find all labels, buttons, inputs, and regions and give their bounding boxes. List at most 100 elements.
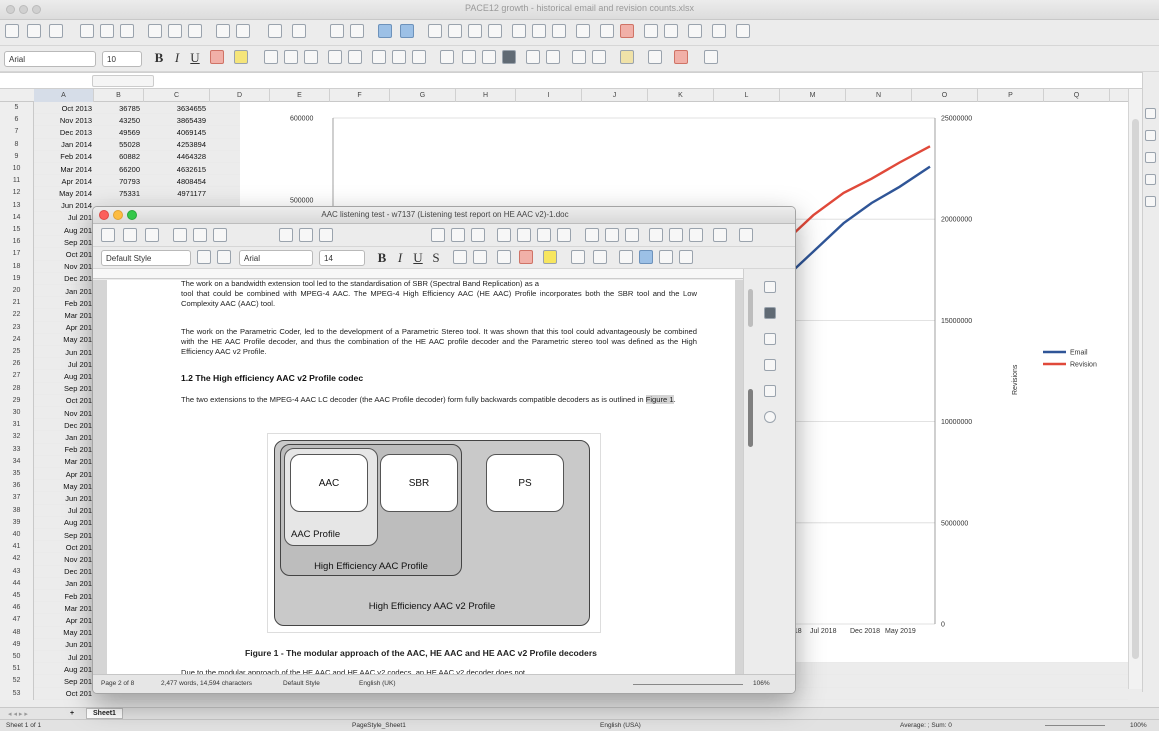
subscript-icon[interactable] [473,250,487,264]
writer-new-icon[interactable] [101,228,115,242]
writer-export-pdf-icon[interactable] [173,228,187,242]
writer-font-name-box[interactable]: Arial [239,250,313,266]
formatting-marks-icon[interactable] [471,228,485,242]
writer-highlight-icon[interactable] [543,250,557,264]
writer-print-icon[interactable] [193,228,207,242]
superscript-icon[interactable] [453,250,467,264]
right-axis-tick-label: 10000000 [941,419,972,426]
writer-font-size-box[interactable]: 14 [319,250,365,266]
writer-align-center-icon[interactable] [639,250,653,264]
writer-formatting-toolbar: Default Style Arial 14 B I U S [93,247,795,269]
writer-textbox-icon[interactable] [557,228,571,242]
section-heading: 1.2 The High efficiency AAC v2 Profile c… [181,373,364,383]
writer-draw-icon[interactable] [739,228,753,242]
hev2-profile-label: High Efficiency AAC v2 Profile [368,601,496,612]
scroll-thumb[interactable] [1132,119,1139,659]
right-axis-tick-label: 15000000 [941,318,972,325]
writer-special-char-icon[interactable] [625,228,639,242]
writer-scroll-thumb[interactable] [748,389,753,447]
writer-window-title: AAC listening test - w7137 (Listening te… [321,210,569,219]
right-axis-tick-label: 0 [941,622,945,629]
track-changes-icon[interactable] [713,228,727,242]
ps-block: PS [486,454,564,512]
functions-icon[interactable] [1145,196,1156,207]
status-sheet: Sheet 1 of 1 [6,722,42,729]
document-page[interactable]: The work on a bandwidth extension tool l… [107,280,735,680]
writer-styles-icon[interactable] [764,333,776,345]
writer-underline-icon[interactable]: U [409,249,427,267]
status-page-style: PageStyle_Sheet1 [352,722,406,729]
right-axis-title: Revisions [1012,364,1019,395]
horizontal-ruler[interactable] [93,269,743,279]
writer-open-icon[interactable] [123,228,137,242]
bullets-icon[interactable] [571,250,585,264]
numbering-icon[interactable] [593,250,607,264]
new-style-icon[interactable] [217,250,231,264]
strikethrough-icon[interactable]: S [427,249,445,267]
calc-status-bar: Sheet 1 of 1 PageStyle_Sheet1 English (U… [0,719,1159,731]
styles-icon[interactable] [1145,130,1156,141]
writer-properties-icon[interactable] [764,281,776,293]
writer-hyperlink-icon[interactable] [649,228,663,242]
status-summary: Average: ; Sum: 0 [900,722,952,729]
codec-diagram[interactable]: High Efficiency AAC v2 Profile High Effi… [267,433,601,633]
writer-clear-format-icon[interactable] [497,250,511,264]
paragraph-style-box[interactable]: Default Style [101,250,191,266]
status-language: English (USA) [600,722,641,729]
writer-manage-changes-icon[interactable] [764,411,776,423]
x-axis-tick-label: Dec 2018 [850,628,880,635]
writer-chart-icon[interactable] [537,228,551,242]
figure-caption: Figure 1 - The modular approach of the A… [245,648,597,658]
zoom-slider[interactable] [1045,725,1105,726]
properties-icon[interactable] [1145,108,1156,119]
paragraph-1: tool that could be combined with MPEG-4 … [181,289,697,308]
writer-comment-icon[interactable] [689,228,703,242]
writer-align-left-icon[interactable] [619,250,633,264]
writer-font-color-icon[interactable] [519,250,533,264]
writer-footnote-icon[interactable] [669,228,683,242]
writer-page-icon[interactable] [764,307,776,319]
aac-block: AAC [290,454,368,512]
writer-scroll-thumb-upper[interactable] [748,289,753,327]
writer-print-preview-icon[interactable] [213,228,227,242]
writer-status-page: Page 2 of 8 [101,680,135,687]
writer-clone-icon[interactable] [319,228,333,242]
writer-bold-icon[interactable]: B [373,249,391,267]
writer-table-icon[interactable] [497,228,511,242]
vertical-scrollbar[interactable] [1128,89,1142,689]
writer-image-icon[interactable] [517,228,531,242]
writer-window: AAC listening test - w7137 (Listening te… [92,206,796,694]
writer-field-icon[interactable] [605,228,619,242]
paragraph-3: The two extensions to the MPEG-4 AAC LC … [181,395,676,404]
right-axis-tick-label: 20000000 [941,217,972,224]
paragraph-2: The work on the Parametric Coder, led to… [181,327,697,356]
writer-status-words: 2,477 words, 14,594 characters [161,680,253,687]
legend-label-email: Email [1070,350,1088,357]
writer-copy-icon[interactable] [279,228,293,242]
status-zoom: 100% [1130,722,1147,729]
writer-spelling-icon[interactable] [451,228,465,242]
writer-zoom-slider[interactable] [633,684,743,685]
tab-nav-arrows-icon[interactable]: ◂ ◂ ▸ ▸ [8,710,28,718]
add-sheet-button[interactable]: + [70,710,74,717]
sbr-block: SBR [380,454,458,512]
writer-italic-icon[interactable]: I [391,249,409,267]
writer-save-icon[interactable] [145,228,159,242]
justify-icon[interactable] [679,250,693,264]
writer-status-language: English (UK) [359,680,396,687]
document-area[interactable]: The work on a bandwidth extension tool l… [93,280,743,680]
figure-reference[interactable]: Figure 1 [645,395,674,404]
update-style-icon[interactable] [197,250,211,264]
partial-line-top: The work on a bandwidth extension tool l… [181,280,539,288]
writer-paste-icon[interactable] [299,228,313,242]
writer-gallery-icon[interactable] [764,359,776,371]
writer-titlebar: AAC listening test - w7137 (Listening te… [93,207,795,224]
gallery-icon[interactable] [1145,152,1156,163]
writer-navigator-icon[interactable] [764,385,776,397]
writer-find-icon[interactable] [431,228,445,242]
navigator-icon[interactable] [1145,174,1156,185]
tab-sheet1[interactable]: Sheet1 [86,708,123,719]
sidebar-deck [1142,72,1159,692]
page-break-icon[interactable] [585,228,599,242]
writer-align-right-icon[interactable] [659,250,673,264]
